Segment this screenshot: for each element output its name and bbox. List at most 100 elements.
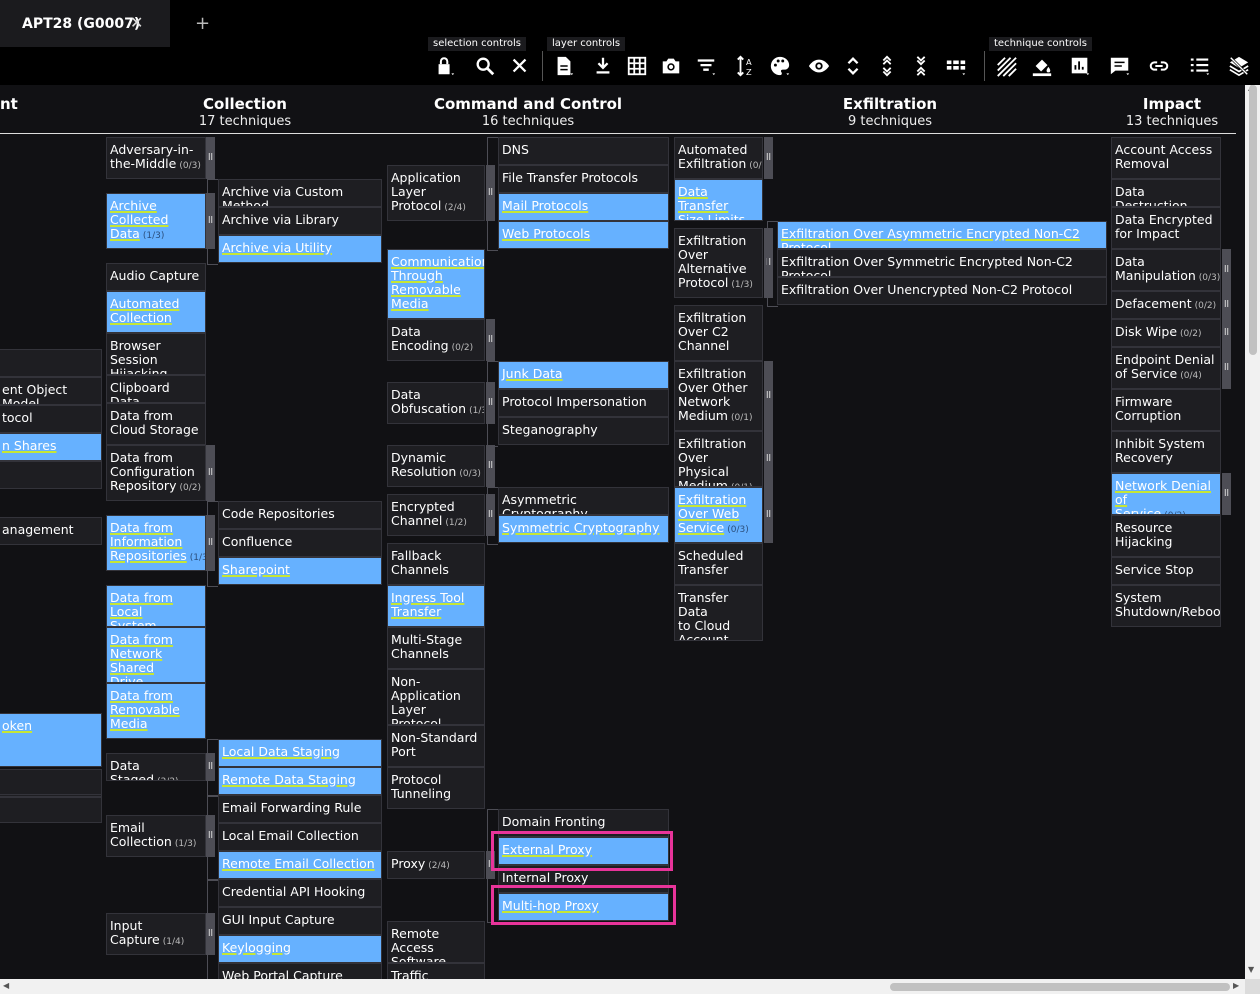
download-icon[interactable] [589, 52, 617, 80]
technique-cell[interactable]: Remote Access Software [387, 921, 485, 963]
technique-cell[interactable]: Network Denial of Service(0/2) [1111, 473, 1221, 515]
sort-icon[interactable]: AZ [732, 52, 760, 80]
subtechnique-cell[interactable]: Exfiltration Over Asymmetric Encrypted N… [777, 221, 1107, 249]
subtechnique-toggle-handle[interactable]: ll [764, 487, 773, 543]
partial-technique-cell[interactable]: n Shares [0, 433, 102, 461]
subtechnique-cell[interactable]: Protocol Impersonation [498, 389, 669, 417]
technique-cell[interactable]: Data from Information Repositories(1/3) [106, 515, 206, 571]
technique-cell[interactable]: Automated Exfiltration(0/1) [674, 137, 763, 179]
subtechnique-cell[interactable]: Web Portal Capture [218, 963, 382, 979]
horizontal-scrollbar[interactable]: ◀ ▶ [0, 979, 1245, 994]
technique-cell[interactable]: System Shutdown/Reboot [1111, 585, 1221, 627]
subtechnique-toggle-handle[interactable]: ll [486, 445, 495, 487]
technique-cell[interactable]: Fallback Channels [387, 543, 485, 585]
technique-cell[interactable]: Data Staged(2/2) [106, 753, 206, 781]
technique-cell[interactable]: Defacement (0/2) [1111, 291, 1221, 319]
subtechnique-toggle-handle[interactable]: ll [764, 137, 773, 179]
technique-cell[interactable]: Dynamic Resolution (0/3) [387, 445, 485, 487]
subtechnique-cell[interactable]: Archive via Utility [218, 235, 382, 263]
show-hide-icon[interactable] [805, 52, 833, 80]
render-svg-icon[interactable] [657, 52, 685, 80]
technique-cell[interactable]: Data Destruction [1111, 179, 1221, 207]
subtechnique-cell[interactable]: Email Forwarding Rule [218, 795, 382, 823]
partial-technique-cell[interactable]: tocol [0, 405, 102, 433]
technique-cell[interactable]: Disk Wipe (0/2) [1111, 319, 1221, 347]
technique-cell[interactable]: Multi-Stage Channels [387, 627, 485, 669]
tactic-header-impact[interactable]: Impact 13 techniques [1052, 95, 1245, 129]
technique-cell[interactable]: Application Layer Protocol (2/4) [387, 165, 485, 221]
technique-cell[interactable]: Audio Capture [106, 263, 206, 291]
scoring-icon[interactable] [1066, 52, 1094, 80]
subtechnique-cell[interactable]: Local Email Collection [218, 823, 382, 851]
scroll-left-icon[interactable]: ◀ [3, 981, 9, 990]
technique-cell[interactable]: Endpoint Denial of Service (0/4) [1111, 347, 1221, 389]
subtechnique-toggle-handle[interactable]: ll [486, 319, 495, 361]
layer-tab[interactable]: APT28 (G0007) ✕ [0, 0, 170, 47]
tactic-header-exfiltration[interactable]: Exfiltration 9 techniques [770, 95, 1010, 129]
technique-cell[interactable]: Exfiltration Over Web Service (0/3) [674, 487, 763, 543]
subtechnique-cell[interactable]: Confluence [218, 529, 382, 557]
search-icon[interactable] [471, 52, 499, 80]
lock-icon[interactable] [431, 52, 459, 80]
subtechnique-toggle-handle[interactable]: ll [764, 431, 773, 487]
technique-cell[interactable]: Data from Configuration Repository (0/2) [106, 445, 206, 501]
partial-technique-cell[interactable]: anagement [0, 517, 102, 545]
technique-cell[interactable]: Adversary-in- the-Middle (0/3) [106, 137, 206, 179]
technique-cell[interactable]: Non- Application Layer Protocol [387, 669, 485, 725]
comment-icon[interactable] [1106, 52, 1134, 80]
subtechnique-cell[interactable]: GUI Input Capture [218, 907, 382, 935]
metadata-icon[interactable] [1186, 52, 1214, 80]
color-setup-icon[interactable] [766, 52, 794, 80]
technique-cell[interactable]: Data from Cloud Storage [106, 403, 206, 445]
partial-technique-cell[interactable] [0, 349, 102, 377]
subtechnique-toggle-handle[interactable]: ll [1222, 473, 1231, 515]
partial-technique-cell[interactable] [0, 797, 102, 823]
technique-cell[interactable]: Ingress Tool Transfer [387, 585, 485, 627]
technique-cell[interactable]: Exfiltration Over Other Network Medium (0… [674, 361, 763, 431]
technique-cell[interactable]: Data from Removable Media [106, 683, 206, 739]
subtechnique-toggle-handle[interactable]: ll [764, 361, 773, 431]
clear-annotations-icon[interactable] [1225, 52, 1253, 80]
partial-technique-cell[interactable]: oken [0, 713, 102, 767]
vertical-scroll-thumb[interactable] [1249, 85, 1257, 355]
technique-cell[interactable]: Exfiltration Over Physical Medium(0/1) [674, 431, 763, 487]
subtechnique-cell[interactable]: Sharepoint [218, 557, 382, 585]
scroll-right-icon[interactable]: ▶ [1233, 981, 1239, 990]
subtechnique-cell[interactable]: Exfiltration Over Symmetric Encrypted No… [777, 249, 1107, 277]
subtechnique-cell[interactable]: Web Protocols [498, 221, 669, 249]
technique-cell[interactable]: Input Capture (1/4) [106, 913, 206, 955]
deselect-icon[interactable] [506, 52, 534, 80]
partial-technique-cell[interactable] [0, 461, 102, 489]
tactic-header-partial[interactable]: nt [0, 95, 18, 113]
technique-cell[interactable]: Transfer Data to Cloud Account [674, 585, 763, 641]
disable-icon[interactable] [992, 52, 1020, 80]
subtechnique-toggle-handle[interactable]: ll [1222, 291, 1231, 319]
horizontal-scroll-thumb[interactable] [890, 983, 1230, 991]
technique-cell[interactable]: Exfiltration Over Alternative Protocol (1… [674, 228, 763, 298]
expand-collapse-icon[interactable] [839, 52, 867, 80]
technique-cell[interactable]: Archive Collected Data (1/3) [106, 193, 206, 249]
subtechnique-cell[interactable]: File Transfer Protocols [498, 165, 669, 193]
close-tab-icon[interactable]: ✕ [130, 13, 143, 32]
technique-cell[interactable]: Data Obfuscation(1/3) [387, 382, 485, 424]
new-tab-icon[interactable]: + [195, 13, 210, 34]
subtechnique-toggle-handle[interactable]: ll [206, 137, 215, 179]
technique-cell[interactable]: Scheduled Transfer [674, 543, 763, 585]
tactic-header-collection[interactable]: Collection 17 techniques [125, 95, 365, 129]
link-icon[interactable] [1145, 52, 1173, 80]
subtechnique-toggle-handle[interactable]: ll [1222, 319, 1231, 347]
subtechnique-cell[interactable]: Remote Data Staging [218, 767, 382, 795]
subtechnique-cell[interactable]: DNS [498, 137, 669, 165]
technique-cell[interactable]: Data Encoding (0/2) [387, 319, 485, 361]
technique-cell[interactable]: Protocol Tunneling [387, 767, 485, 809]
vertical-scrollbar[interactable]: ▲ ▼ [1245, 83, 1260, 979]
subtechnique-cell[interactable]: Keylogging [218, 935, 382, 963]
technique-cell[interactable]: Resource Hijacking [1111, 515, 1221, 557]
technique-cell[interactable]: Proxy (2/4) [387, 851, 485, 879]
background-color-icon[interactable] [1028, 52, 1056, 80]
partial-technique-cell[interactable] [0, 769, 102, 795]
technique-cell[interactable]: Automated Collection [106, 291, 206, 333]
layout-icon[interactable] [942, 52, 970, 80]
technique-cell[interactable]: Data Manipulation (0/3) [1111, 249, 1221, 291]
subtechnique-cell[interactable]: Exfiltration Over Unencrypted Non-C2 Pro… [777, 277, 1107, 305]
